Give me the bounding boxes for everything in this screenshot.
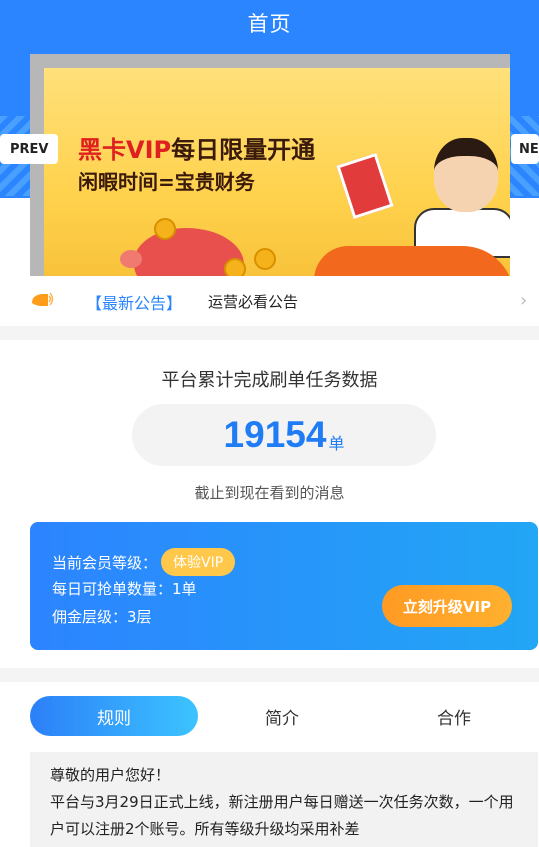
rules-body: 平台与3月29日正式上线，新注册用户每日赠送一次任务次数，一个用户可以注册2个账… — [50, 793, 514, 838]
top-header: 首页 — [0, 0, 539, 46]
membership-level-row: 当前会员等级： 体验VIP — [52, 548, 236, 576]
banknote-illustration — [336, 152, 394, 220]
stats-note: 截止到现在看到的消息 — [194, 484, 345, 502]
banner-title-highlight: 黑卡VIP — [78, 136, 172, 164]
banner-carousel[interactable]: 黑卡VIP每日限量开通 闲暇时间=宝贵财务 PREV NEXT — [0, 46, 539, 276]
stats-unit: 单 — [328, 434, 345, 453]
announcement-bar[interactable]: 【最新公告】 运营必看公告 › — [0, 276, 539, 326]
task-stats-section: 平台累计完成刷单任务数据 19154 单 截止到现在看到的消息 — [0, 342, 539, 508]
tab-rules[interactable]: 规则 — [30, 696, 198, 736]
stats-counter: 19154 单 — [132, 404, 436, 466]
upgrade-vip-button[interactable]: 立刻升级VIP — [382, 585, 512, 627]
stats-count: 19154 — [223, 414, 327, 455]
chevron-right-icon[interactable]: › — [520, 290, 527, 311]
carousel-next-button[interactable]: NEXT — [511, 134, 539, 164]
announcement-text[interactable]: 运营必看公告 — [208, 291, 298, 312]
section-spacer — [0, 508, 539, 522]
commission-levels-text: 佣金层级：3层 — [52, 608, 152, 626]
banner-image: 黑卡VIP每日限量开通 闲暇时间=宝贵财务 — [44, 68, 510, 276]
membership-level-label: 当前会员等级： — [52, 553, 158, 572]
announcement-tag: 【最新公告】 — [86, 294, 183, 313]
stats-caption: 平台累计完成刷单任务数据 — [161, 370, 378, 391]
daily-quota-text: 每日可抢单数量：1单 — [52, 580, 197, 598]
membership-card: 当前会员等级： 体验VIP 每日可抢单数量：1单 佣金层级：3层 立刻升级VIP — [30, 522, 538, 650]
carousel-slide[interactable]: 黑卡VIP每日限量开通 闲暇时间=宝贵财务 — [30, 54, 510, 276]
tab-cooperation[interactable]: 合作 — [404, 696, 504, 736]
page-title: 首页 — [247, 12, 292, 36]
coin-illustration — [254, 248, 276, 270]
carousel-prev-button[interactable]: PREV — [0, 134, 59, 164]
membership-level-badge: 体验VIP — [161, 548, 236, 576]
tab-intro[interactable]: 简介 — [232, 696, 332, 736]
banner-subtitle: 闲暇时间=宝贵财务 — [78, 170, 255, 194]
rules-greeting: 尊敬的用户您好！ — [50, 766, 171, 784]
section-divider — [0, 326, 539, 340]
car-illustration — [314, 246, 510, 276]
section-divider — [0, 668, 539, 682]
coin-illustration — [154, 218, 176, 240]
person-head-illustration — [434, 138, 498, 212]
rules-content: 尊敬的用户您好！ 平台与3月29日正式上线，新注册用户每日赠送一次任务次数，一个… — [30, 752, 538, 847]
coin-illustration — [224, 258, 246, 276]
banner-title: 黑卡VIP每日限量开通 — [78, 130, 315, 165]
banner-title-main: 每日限量开通 — [171, 136, 316, 164]
megaphone-icon — [32, 292, 54, 306]
info-tabs: 规则 简介 合作 — [0, 690, 539, 742]
